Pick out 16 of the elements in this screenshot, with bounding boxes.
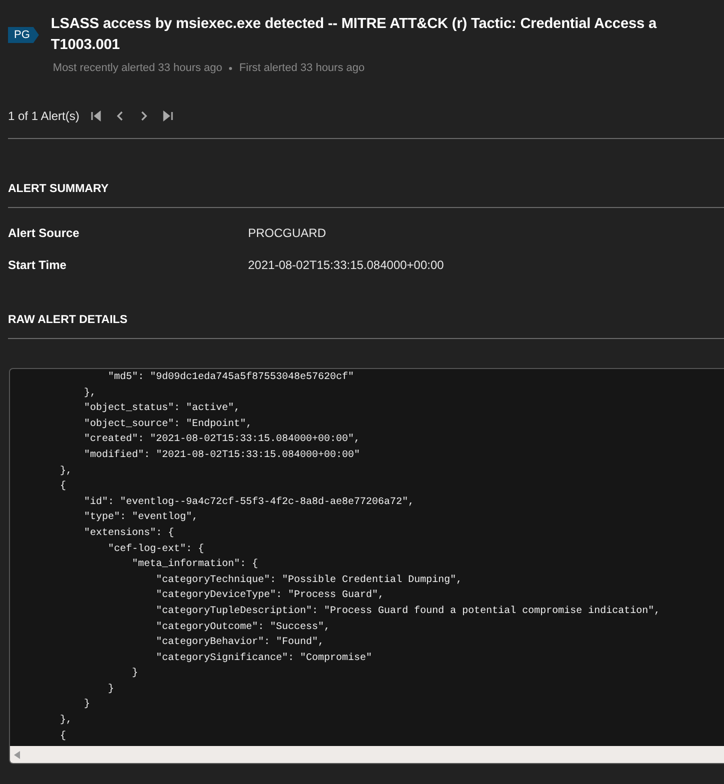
last-alerted-text: Most recently alerted 33 hours ago — [52, 62, 222, 74]
section-heading: RAW ALERT DETAILS — [8, 314, 128, 326]
field-label: Start Time — [8, 258, 68, 272]
separator-dot-icon — [229, 66, 232, 70]
field-value: 2021-08-02T15:33:15.084000+00:00 — [248, 258, 445, 272]
horizontal-scrollbar[interactable] — [10, 746, 724, 763]
field-label: Alert Source — [8, 226, 80, 240]
first-page-icon[interactable] — [89, 109, 104, 123]
alert-title: LSASS access by msiexec.exe detected -- MITRE ATT&CK (r) Tactic: Credential Access a T1003.001 — [50, 15, 656, 55]
json-code: "md5": "9d09dc1eda745a5f87553048e57620cf" }, "object_status": "active", "object_source": "Endpoint", "created": "2021-08-02T15:33:15.084000+00:00", "modified": "2021-08-02T15:33:15.084000+00:00" }, { "id": "eventlog--9a4c72cf-55f3-4f2c-8a8d-ae8e77206a72", "type": "eventlog", "extensions": { "cef-log-ext": { "meta_information": { "categoryTechnique": "Possible Credential Dumping", "categoryDeviceType": "Process Guard", "categoryTupleDescription": "Process Guard found a potential compromise indication", "categoryOutcome": "Success", "categoryBehavior": "Found", "categorySignificance": "Compromise" } } } }, { — [59, 370, 662, 744]
category-badge: PG — [8, 27, 39, 43]
field-value: PROCGUARD — [248, 226, 328, 240]
last-page-icon[interactable] — [161, 109, 176, 123]
section-heading: ALERT SUMMARY — [8, 183, 110, 195]
alert-count: 1 of 1 Alert(s) — [8, 109, 80, 123]
first-alerted-text: First alerted 33 hours ago — [239, 62, 365, 74]
